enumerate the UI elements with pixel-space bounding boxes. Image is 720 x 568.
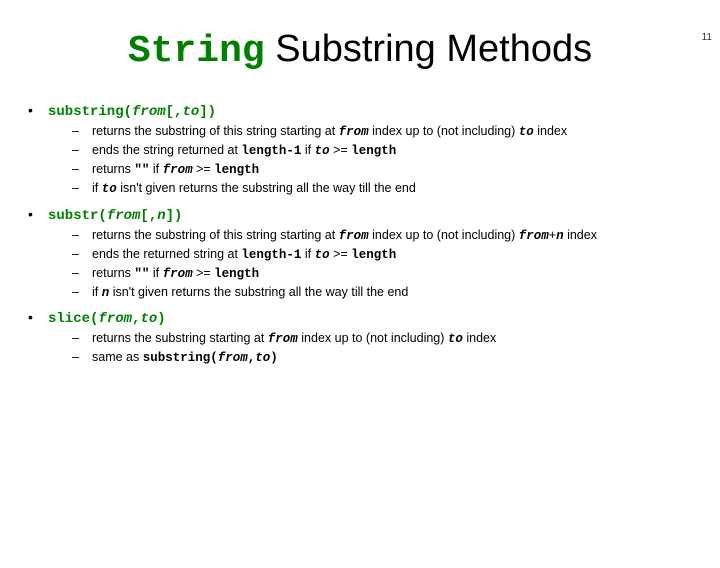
dash-icon: – xyxy=(72,264,92,282)
title-code: String xyxy=(128,30,265,73)
method-block: •substring(from[,to])–returns the substr… xyxy=(28,101,692,199)
dash-icon: – xyxy=(72,245,92,263)
method-block: •substr(from[,n])–returns the substring … xyxy=(28,205,692,303)
dash-icon: – xyxy=(72,122,92,140)
content-area: •substring(from[,to])–returns the substr… xyxy=(28,101,692,367)
dash-icon: – xyxy=(72,329,92,347)
list-item: –same as substring(from,to) xyxy=(72,348,692,367)
dash-icon: – xyxy=(72,160,92,178)
dash-icon: – xyxy=(72,283,92,301)
title-rest: Substring Methods xyxy=(265,28,592,70)
list-item: –ends the string returned at length-1 if… xyxy=(72,141,692,160)
list-item: –if to isn't given returns the substring… xyxy=(72,179,692,198)
list-item: –returns "" if from >= length xyxy=(72,160,692,179)
method-block: •slice(from,to) –returns the substring st… xyxy=(28,308,692,367)
dash-icon: – xyxy=(72,226,92,244)
list-item: –if n isn't given returns the substring … xyxy=(72,283,692,302)
list-item-text: same as substring(from,to) xyxy=(92,348,692,367)
method-heading-row: •slice(from,to) xyxy=(28,308,692,327)
list-item-text: ends the string returned at length-1 if … xyxy=(92,141,692,160)
list-item-text: returns "" if from >= length xyxy=(92,264,692,283)
method-signature: slice(from,to) xyxy=(48,311,166,327)
method-signature: substr(from[,n]) xyxy=(48,208,182,224)
bullet-icon: • xyxy=(28,308,48,324)
method-sublist: –returns the substring of this string st… xyxy=(72,226,692,303)
list-item-text: ends the returned string at length-1 if … xyxy=(92,245,692,264)
method-heading-row: •substr(from[,n]) xyxy=(28,205,692,224)
list-item-text: if to isn't given returns the substring … xyxy=(92,179,692,198)
bullet-icon: • xyxy=(28,205,48,221)
list-item-text: returns the substring of this string sta… xyxy=(92,226,692,245)
list-item: –ends the returned string at length-1 if… xyxy=(72,245,692,264)
list-item: –returns the substring of this string st… xyxy=(72,226,692,245)
method-signature: substring(from[,to]) xyxy=(48,104,216,120)
list-item: –returns the substring starting at from … xyxy=(72,329,692,348)
dash-icon: – xyxy=(72,179,92,197)
list-item: –returns the substring of this string st… xyxy=(72,122,692,141)
list-item-text: if n isn't given returns the substring a… xyxy=(92,283,692,302)
list-item: –returns "" if from >= length xyxy=(72,264,692,283)
list-item-text: returns "" if from >= length xyxy=(92,160,692,179)
list-item-text: returns the substring starting at from i… xyxy=(92,329,692,348)
bullet-icon: • xyxy=(28,101,48,117)
page-title: String Substring Methods xyxy=(0,28,720,73)
dash-icon: – xyxy=(72,141,92,159)
page-number: 11 xyxy=(702,32,712,43)
dash-icon: – xyxy=(72,348,92,366)
method-sublist: –returns the substring of this string st… xyxy=(72,122,692,199)
list-item-text: returns the substring of this string sta… xyxy=(92,122,692,141)
method-sublist: –returns the substring starting at from … xyxy=(72,329,692,367)
method-heading-row: •substring(from[,to]) xyxy=(28,101,692,120)
